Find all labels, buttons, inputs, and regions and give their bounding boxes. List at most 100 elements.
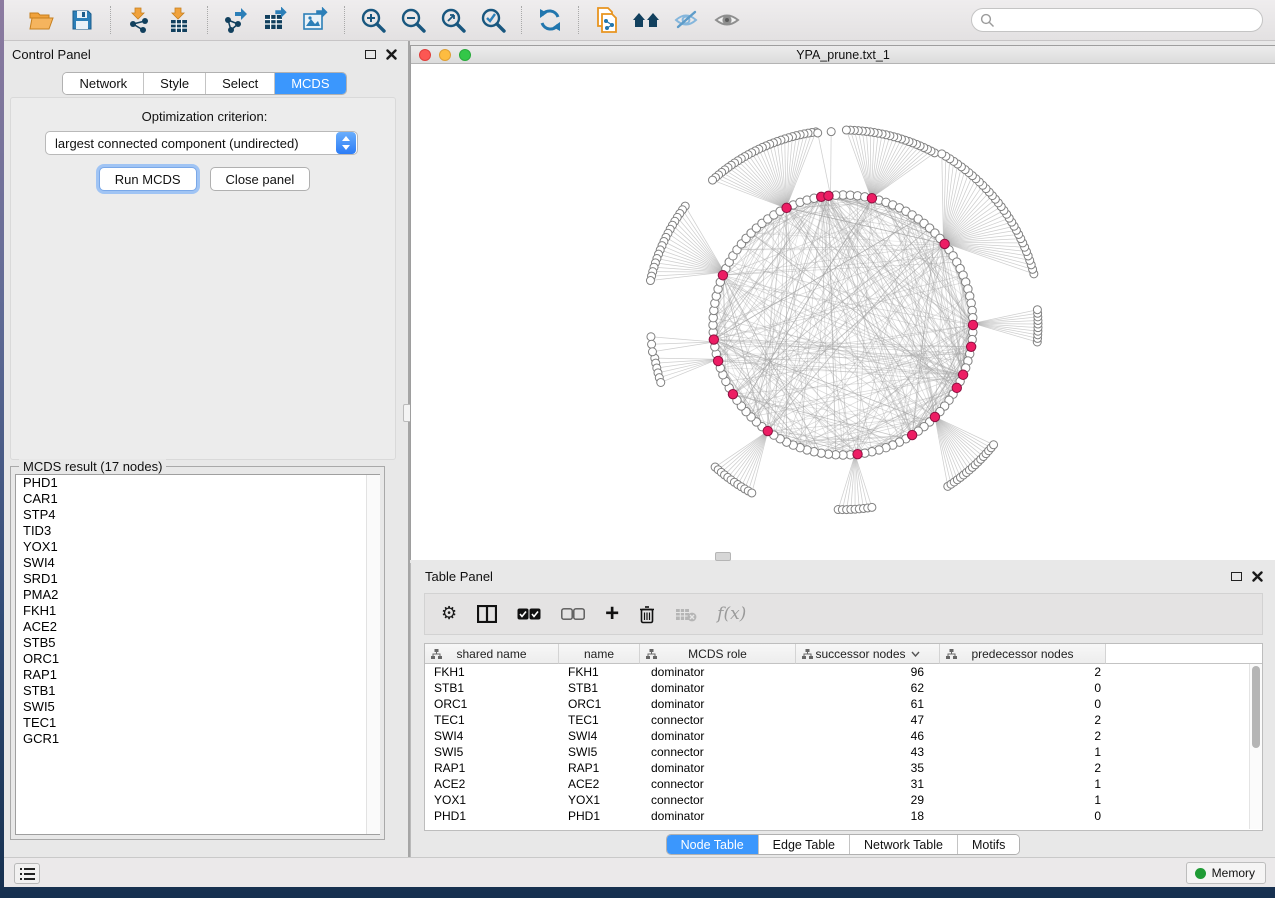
- first-neighbors-button[interactable]: [631, 4, 663, 36]
- cell-name[interactable]: YOX1: [559, 792, 640, 808]
- open-file-button[interactable]: [26, 4, 58, 36]
- cell-mcds-role[interactable]: dominator: [640, 760, 796, 776]
- zoom-out-button[interactable]: [397, 4, 429, 36]
- tab-edge-table[interactable]: Edge Table: [759, 835, 850, 854]
- cell-shared-name[interactable]: RAP1: [425, 760, 559, 776]
- mcds-result-item[interactable]: FKH1: [16, 603, 379, 619]
- export-network-button[interactable]: [220, 4, 252, 36]
- mcds-result-item[interactable]: TEC1: [16, 715, 379, 731]
- cell-name[interactable]: STB1: [559, 680, 640, 696]
- float-panel-icon[interactable]: [365, 50, 376, 59]
- cell-name[interactable]: ACE2: [559, 776, 640, 792]
- delete-table-button[interactable]: [675, 607, 697, 622]
- cell-name[interactable]: ORC1: [559, 696, 640, 712]
- cell-successor-nodes[interactable]: 62: [796, 680, 940, 696]
- column-header-mcds-role[interactable]: MCDS role: [640, 644, 796, 664]
- table-row[interactable]: RAP1RAP1dominator352: [425, 760, 1262, 776]
- tab-style[interactable]: Style: [144, 73, 206, 94]
- cell-successor-nodes[interactable]: 29: [796, 792, 940, 808]
- cell-name[interactable]: TEC1: [559, 712, 640, 728]
- cell-successor-nodes[interactable]: 96: [796, 664, 940, 680]
- cell-mcds-role[interactable]: connector: [640, 744, 796, 760]
- function-builder-button[interactable]: f(x): [717, 604, 746, 624]
- table-row[interactable]: TEC1TEC1connector472: [425, 712, 1262, 728]
- table-scrollbar[interactable]: [1249, 664, 1262, 829]
- cell-predecessor-nodes[interactable]: 2: [940, 712, 1106, 728]
- table-row[interactable]: ACE2ACE2connector311: [425, 776, 1262, 792]
- table-scrollbar-thumb[interactable]: [1252, 666, 1260, 748]
- mcds-result-scrollbar[interactable]: [366, 475, 380, 834]
- apply-layout-button[interactable]: [534, 4, 566, 36]
- zoom-selected-button[interactable]: [477, 4, 509, 36]
- table-settings-button[interactable]: ⚙: [441, 605, 457, 623]
- table-row[interactable]: STB1STB1dominator620: [425, 680, 1262, 696]
- cell-successor-nodes[interactable]: 61: [796, 696, 940, 712]
- search-box[interactable]: [971, 8, 1263, 32]
- cell-mcds-role[interactable]: dominator: [640, 680, 796, 696]
- deselect-all-rows-button[interactable]: [561, 608, 585, 620]
- mcds-result-item[interactable]: STB5: [16, 635, 379, 651]
- cell-predecessor-nodes[interactable]: 2: [940, 728, 1106, 744]
- search-input[interactable]: [995, 13, 1254, 27]
- tab-select[interactable]: Select: [206, 73, 275, 94]
- tab-network[interactable]: Network: [63, 73, 144, 94]
- mcds-result-item[interactable]: ACE2: [16, 619, 379, 635]
- cell-name[interactable]: SWI4: [559, 728, 640, 744]
- mcds-result-item[interactable]: RAP1: [16, 667, 379, 683]
- cell-successor-nodes[interactable]: 31: [796, 776, 940, 792]
- cell-name[interactable]: PHD1: [559, 808, 640, 824]
- cell-name[interactable]: SWI5: [559, 744, 640, 760]
- close-panel-icon[interactable]: [1252, 571, 1263, 582]
- zoom-in-button[interactable]: [357, 4, 389, 36]
- cell-mcds-role[interactable]: dominator: [640, 664, 796, 680]
- table-row[interactable]: ORC1ORC1dominator610: [425, 696, 1262, 712]
- column-header-successor-nodes[interactable]: successor nodes: [796, 644, 940, 664]
- cell-predecessor-nodes[interactable]: 2: [940, 760, 1106, 776]
- close-panel-icon[interactable]: [386, 49, 397, 60]
- network-canvas[interactable]: [411, 65, 1275, 560]
- run-mcds-button[interactable]: Run MCDS: [99, 167, 197, 191]
- horizontal-splitter-handle[interactable]: [715, 552, 731, 561]
- select-all-rows-button[interactable]: [517, 608, 541, 620]
- cell-mcds-role[interactable]: connector: [640, 712, 796, 728]
- table-row[interactable]: PHD1PHD1dominator180: [425, 808, 1262, 824]
- mcds-result-item[interactable]: PHD1: [16, 475, 379, 491]
- cell-shared-name[interactable]: PHD1: [425, 808, 559, 824]
- mcds-result-item[interactable]: STP4: [16, 507, 379, 523]
- cell-predecessor-nodes[interactable]: 1: [940, 776, 1106, 792]
- cell-successor-nodes[interactable]: 18: [796, 808, 940, 824]
- export-table-button[interactable]: [260, 4, 292, 36]
- cell-mcds-role[interactable]: connector: [640, 792, 796, 808]
- tab-motifs[interactable]: Motifs: [958, 835, 1019, 854]
- save-button[interactable]: [66, 4, 98, 36]
- cell-shared-name[interactable]: STB1: [425, 680, 559, 696]
- cell-shared-name[interactable]: FKH1: [425, 664, 559, 680]
- column-header-predecessor-nodes[interactable]: predecessor nodes: [940, 644, 1106, 664]
- mcds-result-item[interactable]: GCR1: [16, 731, 379, 747]
- cell-shared-name[interactable]: TEC1: [425, 712, 559, 728]
- network-graph[interactable]: [411, 65, 1275, 561]
- cell-shared-name[interactable]: SWI5: [425, 744, 559, 760]
- tab-network-table[interactable]: Network Table: [850, 835, 958, 854]
- cell-predecessor-nodes[interactable]: 0: [940, 696, 1106, 712]
- cell-name[interactable]: FKH1: [559, 664, 640, 680]
- cell-shared-name[interactable]: ACE2: [425, 776, 559, 792]
- cell-predecessor-nodes[interactable]: 2: [940, 664, 1106, 680]
- mcds-result-item[interactable]: STB1: [16, 683, 379, 699]
- cell-predecessor-nodes[interactable]: 0: [940, 680, 1106, 696]
- mcds-result-item[interactable]: ORC1: [16, 651, 379, 667]
- cell-name[interactable]: RAP1: [559, 760, 640, 776]
- mcds-result-item[interactable]: SWI5: [16, 699, 379, 715]
- memory-button[interactable]: Memory: [1186, 862, 1266, 884]
- create-column-button[interactable]: +: [605, 602, 619, 626]
- cell-successor-nodes[interactable]: 43: [796, 744, 940, 760]
- zoom-fit-button[interactable]: [437, 4, 469, 36]
- cell-mcds-role[interactable]: dominator: [640, 696, 796, 712]
- table-row[interactable]: SWI4SWI4dominator462: [425, 728, 1262, 744]
- cell-predecessor-nodes[interactable]: 1: [940, 792, 1106, 808]
- table-row[interactable]: SWI5SWI5connector431: [425, 744, 1262, 760]
- table-row[interactable]: YOX1YOX1connector291: [425, 792, 1262, 808]
- delete-column-button[interactable]: [639, 605, 655, 624]
- network-window-titlebar[interactable]: YPA_prune.txt_1: [411, 46, 1275, 64]
- cell-shared-name[interactable]: YOX1: [425, 792, 559, 808]
